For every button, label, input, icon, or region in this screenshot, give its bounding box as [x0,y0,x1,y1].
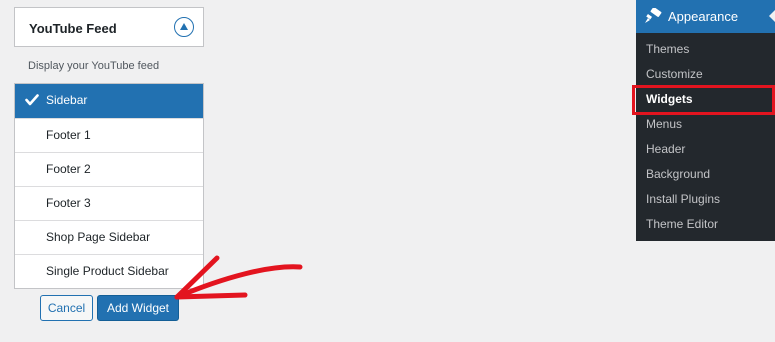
submenu-item-customize[interactable]: Customize [636,62,775,87]
submenu-item-header[interactable]: Header [636,137,775,162]
checkmark-icon [25,94,39,106]
menu-caret-icon [769,10,775,22]
submenu-item-background[interactable]: Background [636,162,775,187]
red-highlight-box [632,85,775,115]
submenu-item-themes[interactable]: Themes [636,37,775,62]
area-item-label: Footer 1 [46,128,91,142]
widget-description: Display your YouTube feed [28,60,160,72]
widget-header[interactable]: YouTube Feed [14,7,204,47]
cancel-button[interactable]: Cancel [40,295,93,321]
area-item-footer-2[interactable]: Footer 2 [15,152,203,186]
area-item-label: Footer 2 [46,162,91,176]
red-arrow-annotation [174,255,303,300]
admin-menu: Appearance Themes Customize Widgets Menu… [636,0,775,241]
triangle-up-icon [180,23,188,30]
area-item-footer-1[interactable]: Footer 1 [15,118,203,152]
area-item-label: Single Product Sidebar [46,264,169,278]
submenu-item-install-plugins[interactable]: Install Plugins [636,187,775,212]
menu-item-appearance[interactable]: Appearance [636,0,775,33]
paintbrush-icon [645,8,662,23]
area-item-label: Sidebar [46,93,88,107]
menu-parent-label: Appearance [668,9,739,24]
area-item-label: Footer 3 [46,196,91,210]
appearance-submenu: Themes Customize Widgets Menus Header Ba… [636,37,775,237]
submenu-item-theme-editor[interactable]: Theme Editor [636,212,775,237]
widget-toggle-button[interactable] [174,17,194,37]
area-item-shop-page-sidebar[interactable]: Shop Page Sidebar [15,220,203,254]
area-item-sidebar[interactable]: Sidebar [15,84,203,118]
area-item-footer-3[interactable]: Footer 3 [15,186,203,220]
widget-title: YouTube Feed [29,21,117,36]
submenu-item-menus[interactable]: Menus [636,112,775,137]
area-item-label: Shop Page Sidebar [46,230,151,244]
